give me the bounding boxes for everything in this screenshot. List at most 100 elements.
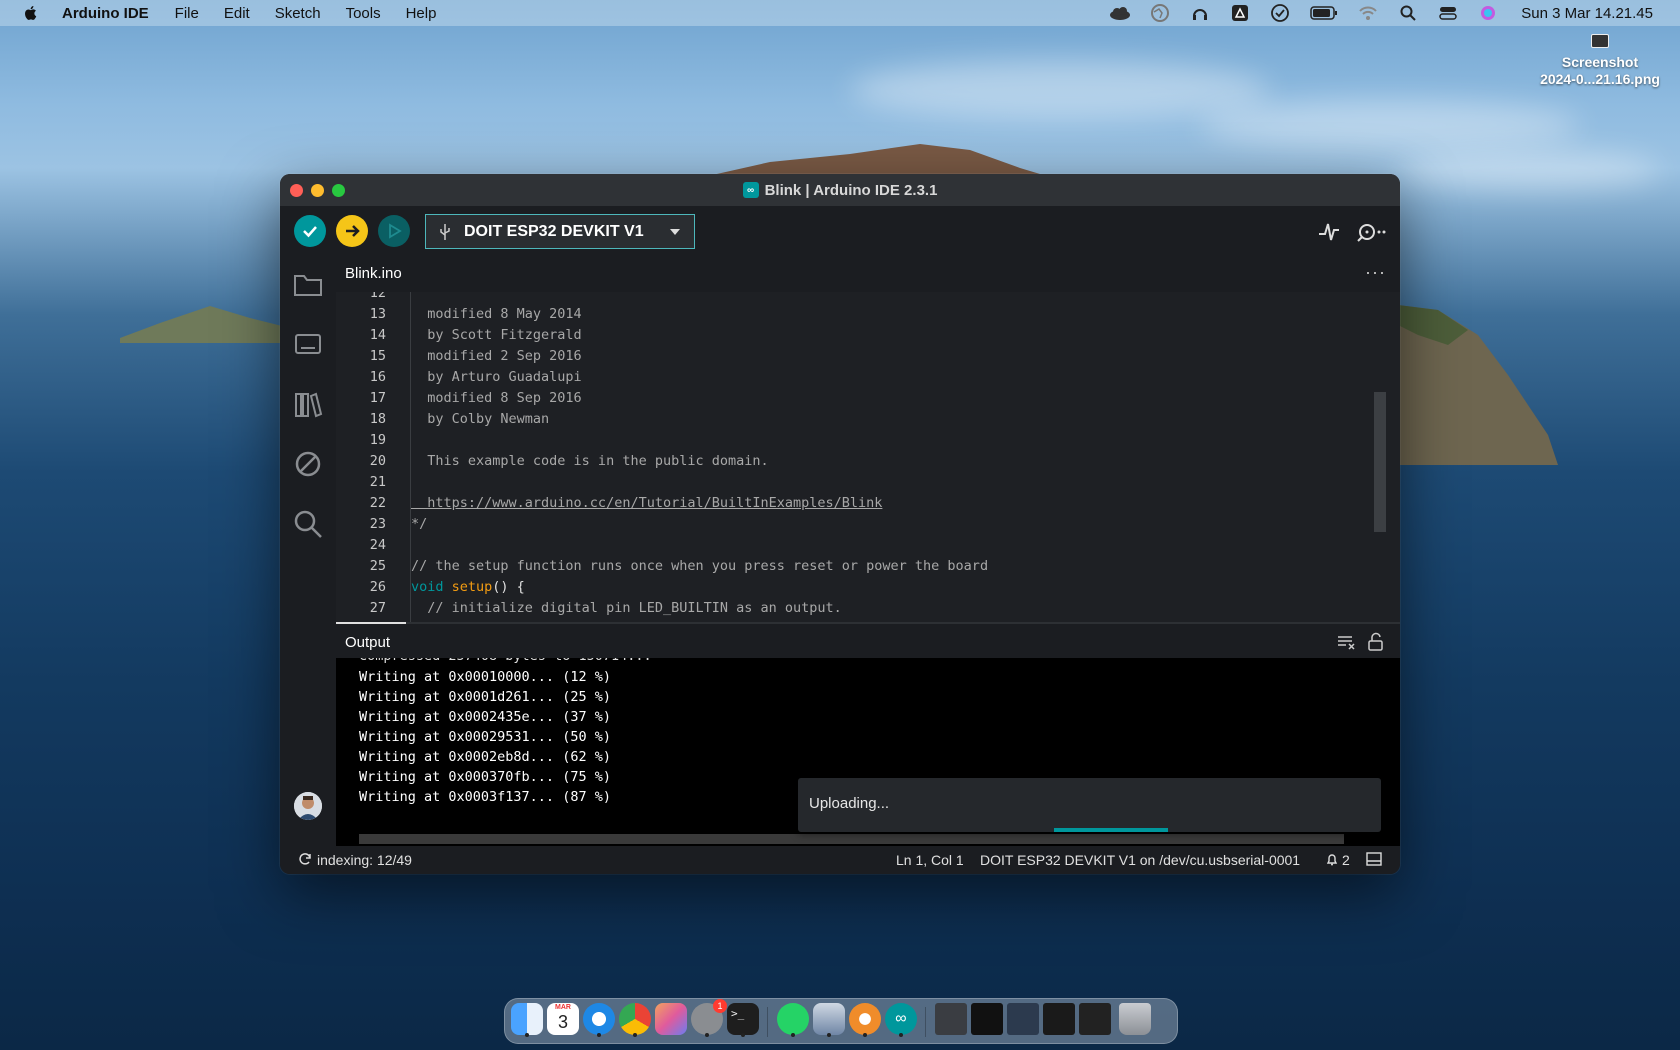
minimized-window-icon[interactable] bbox=[1043, 1003, 1075, 1035]
line-number: 13 bbox=[369, 306, 386, 322]
panel-icon bbox=[1366, 852, 1382, 866]
clear-output-button[interactable] bbox=[1336, 632, 1356, 652]
window-titlebar[interactable]: ∞ Blink | Arduino IDE 2.3.1 bbox=[280, 174, 1400, 206]
calendar-day: 3 bbox=[557, 1012, 568, 1032]
library-manager-button[interactable] bbox=[292, 388, 324, 420]
search-icon[interactable] bbox=[1397, 4, 1419, 22]
traffic-lights bbox=[290, 184, 353, 197]
status-bar: indexing: 12/49 Ln 1, Col 1 DOIT ESP32 D… bbox=[280, 846, 1400, 874]
trash-icon[interactable] bbox=[1119, 1003, 1151, 1035]
sync-icon bbox=[298, 852, 312, 869]
menu-clock[interactable]: Sun 3 Mar 14.21.45 bbox=[1521, 5, 1653, 22]
file-thumbnail-icon bbox=[1591, 34, 1609, 48]
code-line: by Scott Fitzgerald bbox=[411, 327, 582, 343]
cloud bbox=[1400, 150, 1660, 190]
check-circle-icon[interactable] bbox=[1269, 4, 1291, 22]
settings-badge: 1 bbox=[713, 999, 727, 1013]
cloud-icon[interactable] bbox=[1109, 4, 1131, 22]
code-editor[interactable]: 12 13 modified 8 May 2014 14 by Scott Fitz… bbox=[336, 292, 1400, 622]
library-icon bbox=[295, 392, 323, 418]
close-button[interactable] bbox=[290, 184, 303, 197]
whatsapp-icon[interactable] bbox=[777, 1003, 809, 1037]
minimized-window-icon[interactable] bbox=[1079, 1003, 1111, 1035]
globe-icon[interactable] bbox=[1149, 4, 1171, 22]
usb-icon bbox=[440, 223, 450, 240]
output-line: Writing at 0x0002eb8d... (62 %) bbox=[359, 749, 611, 765]
podcast-icon[interactable] bbox=[849, 1003, 881, 1037]
code-line: modified 8 May 2014 bbox=[411, 306, 582, 322]
line-number: 14 bbox=[369, 327, 386, 343]
board-selector[interactable]: DOIT ESP32 DEVKIT V1 bbox=[425, 214, 695, 249]
line-number: 19 bbox=[369, 432, 386, 448]
arduino-ide-window: ∞ Blink | Arduino IDE 2.3.1 DOIT ESP32 D… bbox=[280, 174, 1400, 874]
toggle-panel-button[interactable] bbox=[1366, 852, 1382, 869]
minimized-window-icon[interactable] bbox=[971, 1003, 1003, 1035]
line-number: 17 bbox=[369, 390, 386, 406]
search-icon bbox=[294, 510, 322, 538]
safari-icon[interactable] bbox=[583, 1003, 615, 1037]
folder-icon bbox=[294, 275, 322, 296]
apple-icon[interactable] bbox=[22, 4, 40, 22]
arrow-right-icon bbox=[346, 225, 360, 237]
code-link[interactable]: https://www.arduino.cc/en/Tutorial/Built… bbox=[411, 493, 882, 514]
arduino-ide-dock-icon[interactable]: ∞ bbox=[885, 1003, 917, 1037]
battery-icon[interactable] bbox=[1309, 4, 1339, 22]
menu-tools[interactable]: Tools bbox=[346, 5, 381, 22]
serial-monitor-button[interactable] bbox=[1355, 220, 1387, 244]
avatar[interactable] bbox=[294, 792, 322, 820]
cloud bbox=[1200, 100, 1580, 150]
background-cliff bbox=[1398, 305, 1558, 465]
desktop-screenshot-file[interactable]: Screenshot 2024-0...21.16.png bbox=[1530, 34, 1670, 88]
boards-manager-button[interactable] bbox=[292, 328, 324, 360]
headphones-icon[interactable] bbox=[1189, 4, 1211, 22]
finder-icon[interactable] bbox=[511, 1003, 543, 1037]
plotter-icon bbox=[1319, 223, 1339, 241]
board-icon bbox=[295, 334, 321, 354]
menu-file[interactable]: File bbox=[175, 5, 199, 22]
siri-icon[interactable] bbox=[1477, 4, 1499, 22]
system-settings-icon[interactable]: 1 bbox=[691, 999, 727, 1037]
menu-app-name[interactable]: Arduino IDE bbox=[62, 5, 149, 22]
magnifier-icon bbox=[1357, 224, 1386, 242]
cloud bbox=[850, 60, 1270, 120]
preview-icon[interactable] bbox=[813, 1003, 845, 1037]
upload-button[interactable] bbox=[336, 215, 368, 247]
code-line: This example code is in the public domai… bbox=[411, 453, 769, 469]
tab-blink-ino[interactable]: Blink.ino bbox=[336, 254, 411, 292]
scroll-lock-button[interactable] bbox=[1366, 632, 1386, 652]
more-options-icon[interactable]: ··· bbox=[1365, 263, 1386, 281]
line-number: 21 bbox=[369, 474, 386, 490]
line-number: 26 bbox=[369, 579, 386, 595]
chrome-icon[interactable] bbox=[619, 1003, 651, 1037]
output-horizontal-scrollbar[interactable] bbox=[359, 834, 1344, 844]
notifications-button[interactable] bbox=[1325, 852, 1339, 869]
launchpad-icon[interactable] bbox=[655, 1003, 687, 1035]
minimized-window-icon[interactable] bbox=[935, 1003, 967, 1035]
debug-panel-button[interactable] bbox=[292, 448, 324, 480]
menu-help[interactable]: Help bbox=[406, 5, 437, 22]
calendar-icon[interactable]: MAR 3 bbox=[547, 1003, 579, 1035]
minimize-button[interactable] bbox=[311, 184, 324, 197]
board-port-status[interactable]: DOIT ESP32 DEVKIT V1 on /dev/cu.usbseria… bbox=[980, 852, 1300, 868]
debug-button[interactable] bbox=[378, 215, 410, 247]
search-panel-button[interactable] bbox=[292, 508, 324, 540]
output-tab[interactable]: Output bbox=[345, 634, 390, 651]
terminal-icon[interactable]: >_ bbox=[727, 1003, 759, 1037]
menu-sketch[interactable]: Sketch bbox=[275, 5, 321, 22]
board-name: DOIT ESP32 DEVKIT V1 bbox=[464, 222, 644, 240]
function-name: setup bbox=[451, 579, 493, 595]
minimized-window-icon[interactable] bbox=[1007, 1003, 1039, 1035]
serial-plotter-button[interactable] bbox=[1317, 220, 1341, 244]
zoom-button[interactable] bbox=[332, 184, 345, 197]
editor-tab-bar: Blink.ino ··· bbox=[336, 254, 1400, 292]
line-number: 20 bbox=[369, 453, 386, 469]
control-center-icon[interactable] bbox=[1437, 4, 1459, 22]
sketchbook-button[interactable] bbox=[292, 268, 324, 300]
verify-button[interactable] bbox=[294, 215, 326, 247]
wifi-icon[interactable] bbox=[1357, 4, 1379, 22]
menu-edit[interactable]: Edit bbox=[224, 5, 250, 22]
line-number: 27 bbox=[369, 600, 386, 616]
drive-icon[interactable] bbox=[1229, 4, 1251, 22]
cursor-position[interactable]: Ln 1, Col 1 bbox=[896, 852, 964, 868]
editor-scrollbar[interactable] bbox=[1374, 392, 1386, 532]
